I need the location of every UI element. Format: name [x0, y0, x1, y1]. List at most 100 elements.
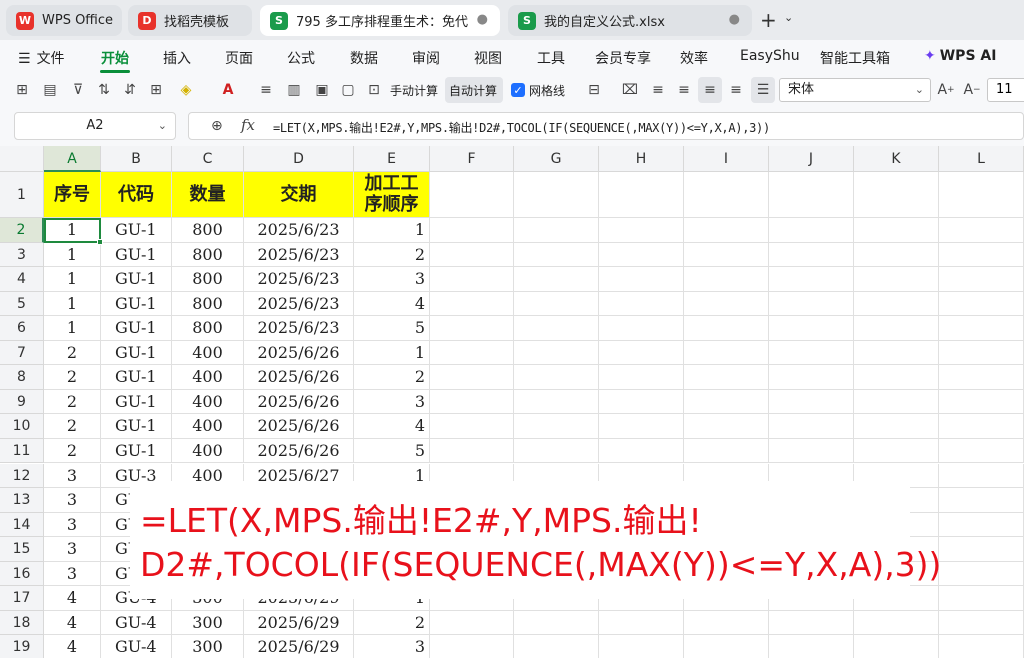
cell[interactable]: [939, 340, 1024, 366]
cell[interactable]: [769, 172, 854, 218]
cell[interactable]: [430, 340, 514, 366]
cell[interactable]: [854, 340, 939, 366]
cell[interactable]: [939, 267, 1024, 292]
cell[interactable]: [939, 172, 1024, 218]
cell[interactable]: [684, 340, 769, 366]
column-header-f[interactable]: F: [430, 146, 514, 172]
table-cell[interactable]: 2025/6/26: [244, 340, 354, 366]
cell[interactable]: [514, 340, 599, 366]
table-cell[interactable]: 2025/6/26: [244, 414, 354, 439]
cell[interactable]: [854, 389, 939, 415]
cell[interactable]: [599, 635, 684, 658]
row-header-17[interactable]: 17: [0, 586, 44, 611]
table-cell[interactable]: GU-1: [101, 291, 172, 317]
table-cell[interactable]: 3: [44, 561, 101, 587]
cell[interactable]: [684, 267, 769, 292]
row-header-6[interactable]: 6: [0, 316, 44, 341]
table-cell[interactable]: 2025/6/26: [244, 438, 354, 464]
cell[interactable]: [769, 414, 854, 439]
table-cell[interactable]: 2: [354, 365, 430, 390]
align-center-icon[interactable]: ≡: [700, 80, 720, 100]
table-cell[interactable]: 2: [44, 414, 101, 439]
cell[interactable]: [854, 610, 939, 636]
table-cell[interactable]: 400: [172, 438, 244, 464]
decrease-font-icon[interactable]: A −: [962, 80, 982, 100]
cell[interactable]: [514, 365, 599, 390]
menu-smart-toolbox[interactable]: 智能工具箱: [820, 48, 890, 68]
cell[interactable]: [769, 291, 854, 317]
row-header-19[interactable]: 19: [0, 635, 44, 658]
row-header-4[interactable]: 4: [0, 267, 44, 292]
cell[interactable]: [599, 389, 684, 415]
cell[interactable]: [684, 414, 769, 439]
table-cell[interactable]: 1: [44, 242, 101, 268]
menu-review[interactable]: 审阅: [412, 48, 440, 68]
row-header-16[interactable]: 16: [0, 561, 44, 587]
cell[interactable]: [939, 218, 1024, 243]
gridlines-checkbox[interactable]: ✓: [511, 83, 525, 97]
cell[interactable]: [514, 218, 599, 243]
cell[interactable]: [684, 438, 769, 464]
row-header-7[interactable]: 7: [0, 340, 44, 366]
menu-page[interactable]: 页面: [225, 48, 253, 68]
paste-icon[interactable]: ▢: [338, 80, 358, 100]
cell[interactable]: [514, 316, 599, 341]
merge-cells-icon[interactable]: ▥: [284, 80, 304, 100]
cell[interactable]: [514, 267, 599, 292]
cell[interactable]: [939, 586, 1024, 611]
cell[interactable]: [854, 414, 939, 439]
table-cell[interactable]: 800: [172, 242, 244, 268]
tab-wps-office[interactable]: W WPS Office: [6, 5, 122, 36]
cell[interactable]: [769, 610, 854, 636]
cell[interactable]: [599, 218, 684, 243]
table-cell[interactable]: 2025/6/26: [244, 389, 354, 415]
cell[interactable]: [769, 267, 854, 292]
table-cell[interactable]: GU-1: [101, 267, 172, 292]
vertical-center-icon[interactable]: ☰: [753, 80, 773, 100]
table-cell[interactable]: 3: [354, 635, 430, 658]
table-header-cell[interactable]: 代码: [101, 172, 172, 218]
row-header-18[interactable]: 18: [0, 610, 44, 636]
table-cell[interactable]: 2: [44, 365, 101, 390]
cell[interactable]: [854, 242, 939, 268]
table-cell[interactable]: 2025/6/29: [244, 635, 354, 658]
sort-asc-icon[interactable]: ⇅: [94, 80, 114, 100]
row-header-15[interactable]: 15: [0, 537, 44, 562]
table-style-icon[interactable]: ⊟: [584, 80, 604, 100]
cell[interactable]: [599, 172, 684, 218]
cell[interactable]: [684, 242, 769, 268]
tab-custom-formula-file[interactable]: S 我的自定义公式.xlsx ●: [508, 5, 752, 36]
row-header-3[interactable]: 3: [0, 242, 44, 268]
table-cell[interactable]: GU-4: [101, 610, 172, 636]
cell[interactable]: [939, 291, 1024, 317]
row-header-11[interactable]: 11: [0, 438, 44, 464]
cell[interactable]: [430, 389, 514, 415]
table-cell[interactable]: 5: [354, 438, 430, 464]
column-header-g[interactable]: G: [514, 146, 599, 172]
cell[interactable]: [854, 291, 939, 317]
cell[interactable]: [684, 172, 769, 218]
cell[interactable]: [599, 414, 684, 439]
row-header-12[interactable]: 12: [0, 463, 44, 489]
cell[interactable]: [430, 365, 514, 390]
table-cell[interactable]: 1: [354, 218, 430, 243]
cell[interactable]: [854, 635, 939, 658]
row-header-13[interactable]: 13: [0, 488, 44, 513]
cell[interactable]: [430, 316, 514, 341]
cell[interactable]: [684, 316, 769, 341]
cell[interactable]: [854, 316, 939, 341]
tab-docer-templates[interactable]: D 找稻壳模板: [128, 5, 252, 36]
align-left-icon[interactable]: ≡: [648, 80, 668, 100]
table-cell[interactable]: GU-1: [101, 389, 172, 415]
cell[interactable]: [514, 389, 599, 415]
table-cell[interactable]: 3: [44, 463, 101, 489]
number-format-icon[interactable]: ⊞: [12, 80, 32, 100]
table-cell[interactable]: 800: [172, 267, 244, 292]
menu-file[interactable]: ☰ 文件: [18, 48, 65, 68]
column-header-l[interactable]: L: [939, 146, 1024, 172]
cell[interactable]: [599, 291, 684, 317]
cell[interactable]: [430, 242, 514, 268]
table-cell[interactable]: 2025/6/23: [244, 242, 354, 268]
cell[interactable]: [769, 340, 854, 366]
table-cell[interactable]: 1: [354, 340, 430, 366]
